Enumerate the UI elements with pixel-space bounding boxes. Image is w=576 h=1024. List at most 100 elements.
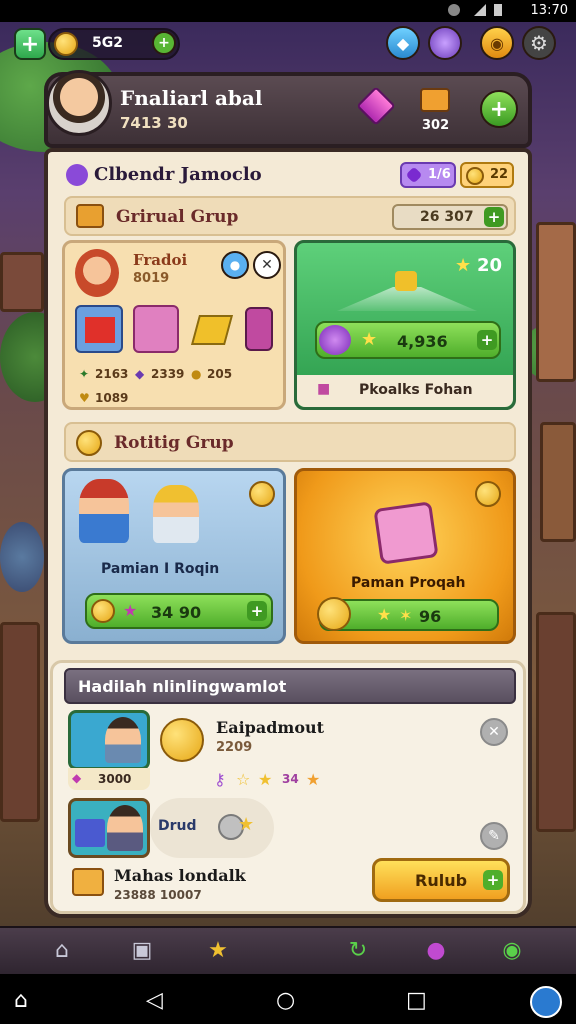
section-header: Grirual Grup 26 307 + — [64, 196, 516, 236]
star-icon: ✶ — [399, 606, 413, 625]
rulub-button[interactable]: Rulub + — [372, 858, 510, 902]
gift-icon: ■ — [317, 381, 331, 397]
rulub-button-label: Rulub — [415, 871, 468, 890]
section-total-value: 26 307 — [420, 209, 474, 225]
character-portrait — [75, 249, 119, 297]
inventory-icon[interactable]: ▣ — [124, 932, 160, 968]
stat-c: 205 — [207, 367, 233, 381]
gift-box-icon[interactable] — [75, 305, 123, 353]
reward-card[interactable]: ★ 20 ★ 4,936 + ■ Pkoalks Fohan — [294, 240, 516, 410]
coin-icon[interactable] — [475, 481, 501, 507]
coin-icon[interactable] — [249, 481, 275, 507]
section-total: 26 307 + — [392, 204, 508, 230]
roting-card-right[interactable]: Paman Proqah ★ ✶ 96 — [294, 468, 516, 644]
house-decoration — [0, 252, 44, 312]
home-star-icon[interactable] — [420, 88, 450, 112]
notifications-header: Hadilah nlinlingwamlot — [64, 668, 516, 704]
reward-label-bar: ■ Pkoalks Fohan — [297, 375, 513, 407]
heart-icon: ♥ — [79, 391, 90, 405]
gold-coin-button[interactable]: ◉ — [480, 26, 514, 60]
add-coins-button[interactable]: + — [152, 31, 176, 55]
coin-icon — [466, 167, 484, 185]
avatar[interactable] — [46, 70, 112, 136]
fence-decoration — [536, 612, 576, 832]
leaf-icon: ✦ — [79, 367, 90, 381]
character-figure — [79, 479, 129, 543]
star-icon: ★ — [377, 605, 392, 624]
star-icon: ★ — [123, 601, 138, 620]
star-count: 20 — [477, 255, 503, 276]
add-button[interactable]: + — [247, 601, 267, 621]
gem-count: 1/6 — [428, 167, 451, 182]
gold-bar-icon — [190, 315, 234, 345]
footer-name: Mahas londalk — [114, 866, 246, 885]
player-level: 7413 30 — [120, 114, 188, 132]
character-sub: 8019 — [133, 271, 170, 286]
reward-amount-bar[interactable]: ★ 4,936 + — [315, 321, 501, 359]
settings-gear-icon[interactable]: ⚙ — [522, 26, 556, 60]
stat-a: 2163 — [95, 367, 129, 381]
item-thumbnail[interactable] — [68, 710, 150, 770]
add-button[interactable]: + — [483, 870, 503, 890]
map-icon[interactable]: ◉ — [494, 932, 530, 968]
coin-counter: 22 — [460, 162, 514, 188]
price-bar[interactable]: ★ ✶ 96 — [317, 597, 499, 631]
home-button-icon[interactable]: ○ — [276, 988, 295, 1013]
social-icon[interactable]: ● — [418, 932, 454, 968]
item-count-bar: ◆ 3000 — [68, 768, 150, 790]
chest-icon — [72, 868, 104, 896]
home-icon[interactable]: ⌂ — [44, 932, 80, 968]
star-house-icon[interactable]: ★ — [200, 932, 236, 968]
coin-icon — [76, 430, 102, 456]
home-nav-icon[interactable]: ⌂ — [14, 988, 28, 1013]
item-count: 3000 — [98, 772, 132, 786]
price-bar[interactable]: ★ 34 90 + — [85, 593, 273, 629]
dismiss-icon[interactable]: ✕ — [480, 718, 508, 746]
coin-count: 22 — [490, 167, 509, 182]
house-decoration — [536, 222, 576, 382]
orb-icon[interactable] — [428, 26, 462, 60]
reward-amount: 4,936 — [397, 332, 448, 351]
location-icon[interactable]: ● — [221, 251, 249, 279]
add-button[interactable]: + — [14, 28, 46, 60]
star-icon: ☆ — [236, 770, 251, 789]
coin-stack-icon — [160, 718, 204, 762]
add-button[interactable]: + — [484, 207, 504, 227]
character-item-icon[interactable] — [133, 305, 179, 353]
treasure-chest-icon — [373, 501, 439, 565]
grup-card[interactable]: Fradoi 8019 ● ✕ ✦ 2163 ◆ 2339 ● 205 ♥ 10… — [62, 240, 286, 410]
coin-icon — [54, 32, 78, 56]
coin-icon: ● — [191, 367, 202, 381]
signal-icon — [474, 4, 486, 16]
fence-decoration — [0, 622, 40, 822]
key-icon: ⚷ — [214, 770, 226, 789]
diamond-icon[interactable]: ◆ — [386, 26, 420, 60]
event-header: Clbendr Jamoclo 1/6 22 — [64, 162, 516, 190]
edit-icon[interactable]: ✎ — [480, 822, 508, 850]
recents-icon[interactable]: □ — [406, 988, 427, 1013]
character-figure — [153, 485, 199, 543]
add-button[interactable]: + — [477, 330, 497, 350]
notifications-title: Hadilah nlinlingwamlot — [78, 677, 287, 696]
star-icon: ★ — [258, 770, 273, 789]
alarm-icon — [448, 4, 460, 16]
back-icon[interactable]: ◁ — [146, 988, 163, 1013]
star-icon: ★ — [238, 814, 255, 835]
add-friend-button[interactable]: + — [480, 90, 518, 128]
stat-d: 1089 — [95, 391, 129, 405]
item-thumbnail[interactable] — [68, 798, 150, 858]
item-name: Drud — [158, 818, 197, 834]
refresh-icon[interactable]: ↻ — [340, 932, 376, 968]
bottom-navigation — [0, 926, 576, 974]
card-label: Pamian I Roqin — [101, 561, 220, 577]
profile-header — [44, 72, 532, 148]
item-stat: 34 — [282, 772, 299, 786]
roting-card-left[interactable]: Pamian I Roqin ★ 34 90 + — [62, 468, 286, 644]
assistant-icon[interactable] — [530, 986, 562, 1018]
clock: 13:70 — [530, 3, 568, 18]
trophy-icon — [395, 271, 417, 291]
event-icon — [66, 164, 88, 186]
section-header: Rotitig Grup — [64, 422, 516, 462]
section-title: Grirual Grup — [116, 207, 239, 227]
close-icon[interactable]: ✕ — [253, 251, 281, 279]
